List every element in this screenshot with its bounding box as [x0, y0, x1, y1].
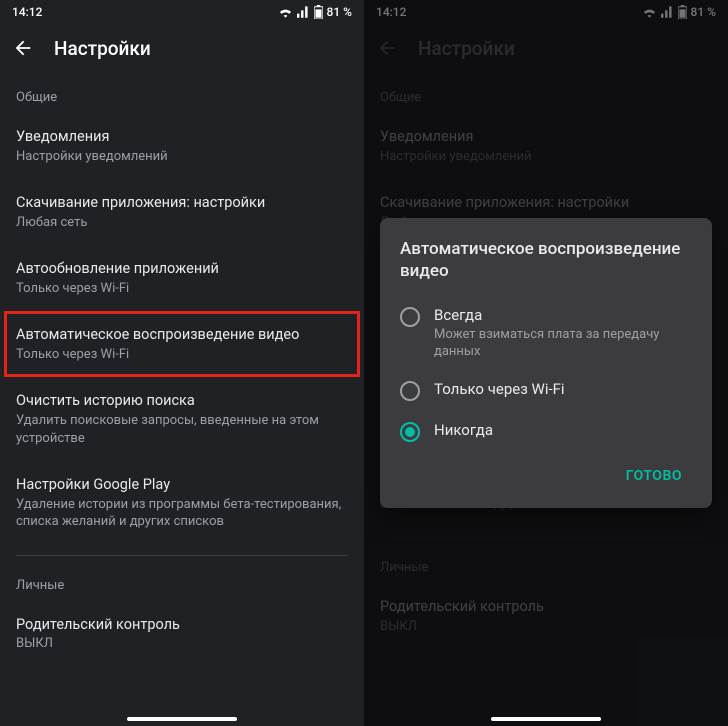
nav-handle[interactable]: [127, 717, 237, 721]
phone-left: 14:12 81 % Настройки Общие Уведомления Н…: [0, 0, 364, 726]
item-notifications[interactable]: Уведомления Настройки уведомлений: [16, 113, 348, 179]
divider: Личные Родительский контроль ВЫКЛ: [16, 555, 348, 667]
status-right: 81 %: [278, 5, 352, 19]
app-bar: Настройки: [0, 24, 364, 72]
item-autoplay-highlighted[interactable]: Автоматическое воспроизведение видео Тол…: [4, 311, 360, 377]
done-button[interactable]: ГОТОВО: [616, 460, 692, 492]
item-title: Автоматическое воспроизведение видео: [16, 325, 348, 345]
item-sub: Любая сеть: [16, 214, 348, 232]
item-parental[interactable]: Родительский контроль ВЫКЛ: [16, 601, 348, 667]
item-title: Родительский контроль: [16, 615, 348, 635]
status-battery: 81 %: [327, 5, 352, 19]
radio-label: Только через Wi-Fi: [434, 380, 565, 400]
section-general: Общие: [16, 72, 348, 113]
item-sub: Удаление истории из программы бета-тести…: [16, 496, 348, 531]
radio-icon: [400, 307, 420, 327]
autoplay-dialog: Автоматическое воспроизведение видео Все…: [380, 218, 712, 508]
item-autoupdate[interactable]: Автообновление приложений Только через W…: [16, 245, 348, 311]
page-title: Настройки: [54, 37, 151, 60]
item-title: Настройки Google Play: [16, 475, 348, 495]
radio-label: Никогда: [434, 421, 493, 441]
status-bar: 14:12 81 %: [0, 0, 364, 24]
item-download[interactable]: Скачивание приложения: настройки Любая с…: [16, 179, 348, 245]
dialog-actions: ГОТОВО: [400, 452, 692, 500]
item-title: Очистить историю поиска: [16, 391, 348, 411]
signal-icon: [297, 6, 310, 18]
radio-sub: Может взиматься плата за передачу данных: [434, 327, 692, 361]
item-sub: Настройки уведомлений: [16, 148, 348, 166]
back-icon[interactable]: [12, 37, 34, 59]
radio-label: Всегда: [434, 306, 692, 326]
nav-handle[interactable]: [491, 717, 601, 721]
item-play-settings[interactable]: Настройки Google Play Удаление истории и…: [16, 461, 348, 545]
phone-right: 14:12 81 % Настройки Общие Уведомления Н…: [364, 0, 728, 726]
radio-option-never[interactable]: Никогда: [400, 411, 692, 452]
item-clear-history[interactable]: Очистить историю поиска Удалить поисковы…: [16, 377, 348, 461]
radio-option-wifi[interactable]: Только через Wi-Fi: [400, 370, 692, 411]
item-sub: Удалить поисковые запросы, введенные на …: [16, 412, 348, 447]
settings-list: Общие Уведомления Настройки уведомлений …: [0, 72, 364, 667]
item-title: Автообновление приложений: [16, 259, 348, 279]
item-sub: Только через Wi-Fi: [16, 280, 348, 298]
status-time: 14:12: [12, 5, 42, 19]
dialog-title: Автоматическое воспроизведение видео: [400, 238, 692, 282]
wifi-icon: [278, 6, 293, 18]
battery-icon: [314, 5, 323, 19]
section-personal: Личные: [16, 560, 348, 601]
item-sub: ВЫКЛ: [16, 635, 348, 653]
item-title: Уведомления: [16, 127, 348, 147]
radio-icon-selected: [400, 422, 420, 442]
item-title: Скачивание приложения: настройки: [16, 193, 348, 213]
item-sub: Только через Wi-Fi: [16, 346, 348, 364]
radio-icon: [400, 381, 420, 401]
radio-option-always[interactable]: Всегда Может взиматься плата за передачу…: [400, 296, 692, 370]
